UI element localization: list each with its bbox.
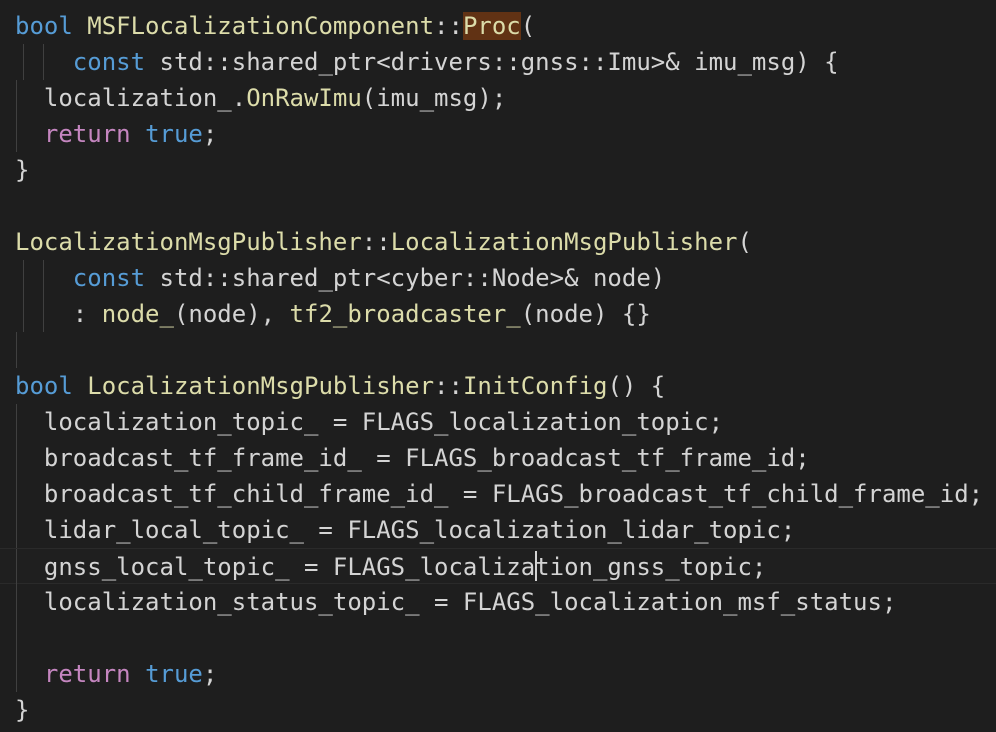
code-token: }	[15, 156, 30, 184]
code-token: broadcast_tf_child_frame_id_ = FLAGS_bro…	[15, 480, 984, 508]
code-token: tf2_broadcaster_	[289, 300, 521, 328]
indent-guide	[16, 332, 17, 368]
code-line[interactable]: return true;	[0, 656, 996, 692]
indent-guide	[16, 116, 17, 152]
code-token: (	[737, 228, 752, 256]
code-token: InitConfig	[462, 372, 608, 400]
code-line[interactable]: gnss_local_topic_ = FLAGS_localization_g…	[0, 548, 996, 585]
code-token: const	[72, 48, 146, 76]
code-token: Proc	[462, 12, 521, 40]
code-token: (node) {}	[520, 300, 651, 328]
code-token: }	[15, 696, 30, 724]
code-line[interactable]: const std::shared_ptr<cyber::Node>& node…	[0, 260, 996, 296]
code-line[interactable]: : node_(node), tf2_broadcaster_(node) {}	[0, 296, 996, 332]
code-line[interactable]: localization_status_topic_ = FLAGS_local…	[0, 584, 996, 620]
indent-guide	[16, 512, 17, 548]
code-line[interactable]: }	[0, 152, 996, 188]
code-line[interactable]: localization_.OnRawImu(imu_msg);	[0, 80, 996, 116]
code-line[interactable]: broadcast_tf_frame_id_ = FLAGS_broadcast…	[0, 440, 996, 476]
code-line[interactable]: }	[0, 692, 996, 728]
code-token: std::shared_ptr<drivers::gnss::Imu>& imu…	[145, 48, 839, 76]
code-line[interactable]: const std::shared_ptr<drivers::gnss::Imu…	[0, 44, 996, 80]
code-token: ;	[202, 660, 218, 688]
code-token: lidar_local_topic_ = FLAGS_localization_…	[15, 516, 796, 544]
code-token: ::	[434, 12, 463, 40]
code-token: tion_gnss_topic;	[535, 553, 767, 581]
code-token: return	[43, 120, 131, 148]
code-token: localization_status_topic_ = FLAGS_local…	[15, 588, 897, 616]
indent-guide	[43, 260, 44, 296]
code-token: ::	[361, 228, 391, 256]
code-token: ::	[434, 372, 463, 400]
code-token: true	[145, 120, 203, 148]
indent-guide	[23, 296, 24, 332]
text-cursor	[535, 551, 538, 581]
code-token: OnRawImu	[246, 84, 362, 112]
indent-guide	[16, 440, 17, 476]
code-line[interactable]: lidar_local_topic_ = FLAGS_localization_…	[0, 512, 996, 548]
code-token: bool	[15, 12, 73, 40]
code-token: broadcast_tf_frame_id_ = FLAGS_broadcast…	[15, 444, 810, 472]
indent-guide	[16, 549, 17, 585]
code-token: LocalizationMsgPublisher	[87, 372, 435, 400]
code-token: return	[43, 660, 131, 688]
code-token: const	[72, 264, 146, 292]
code-line[interactable]: bool MSFLocalizationComponent::Proc(	[0, 8, 996, 44]
code-token: node_	[101, 300, 174, 328]
indent-guide	[43, 296, 44, 332]
code-token: (	[520, 12, 536, 40]
indent-guide	[16, 476, 17, 512]
code-line[interactable]: broadcast_tf_child_frame_id_ = FLAGS_bro…	[0, 476, 996, 512]
indent-guide	[16, 656, 17, 692]
code-token: (node),	[173, 300, 290, 328]
indent-guide	[23, 44, 24, 80]
code-token: localization_.	[15, 84, 247, 112]
code-token: (imu_msg);	[361, 84, 507, 112]
indent-guide	[16, 584, 17, 620]
code-line[interactable]: LocalizationMsgPublisher::LocalizationMs…	[0, 224, 996, 260]
code-line[interactable]	[0, 188, 996, 224]
code-token: () {	[607, 372, 666, 400]
code-token: MSFLocalizationComponent	[87, 12, 435, 40]
code-token: LocalizationMsgPublisher	[15, 228, 362, 256]
code-token: true	[145, 660, 203, 688]
indent-guide	[16, 80, 17, 116]
code-token: std::shared_ptr<cyber::Node>& node)	[145, 264, 666, 292]
code-token: bool	[15, 372, 73, 400]
code-token: gnss_local_topic_ = FLAGS_localiza	[15, 553, 536, 581]
code-token: :	[15, 300, 102, 328]
code-line[interactable]: return true;	[0, 116, 996, 152]
indent-guide	[16, 404, 17, 440]
code-line[interactable]	[0, 620, 996, 656]
code-line[interactable]: bool LocalizationMsgPublisher::InitConfi…	[0, 368, 996, 404]
code-token: ;	[202, 120, 218, 148]
indent-guide	[16, 620, 17, 656]
code-line[interactable]: localization_topic_ = FLAGS_localization…	[0, 404, 996, 440]
indent-guide	[23, 260, 24, 296]
code-token: localization_topic_ = FLAGS_localization…	[15, 408, 724, 436]
code-token: LocalizationMsgPublisher	[390, 228, 738, 256]
code-line[interactable]	[0, 332, 996, 368]
indent-guide	[43, 44, 44, 80]
code-editor[interactable]: bool MSFLocalizationComponent::Proc( con…	[0, 0, 996, 732]
